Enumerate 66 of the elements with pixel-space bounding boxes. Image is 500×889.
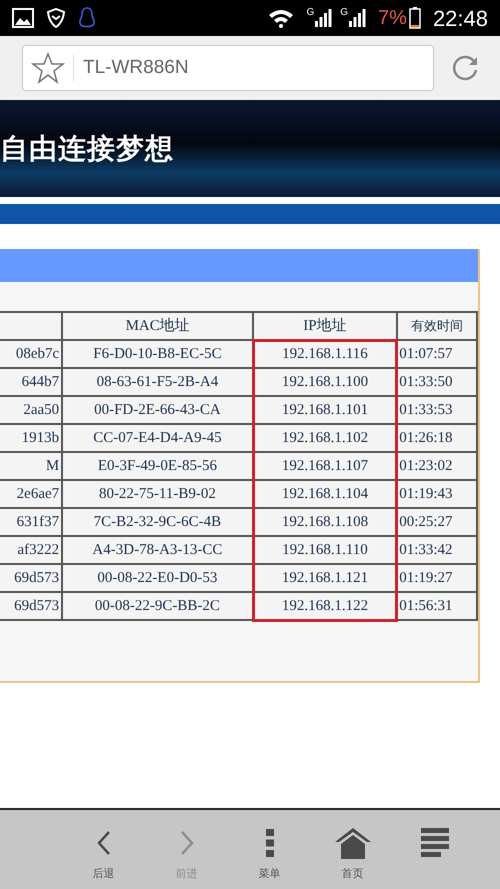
- table-cell: 01:19:27: [396, 564, 477, 592]
- table-cell: 00:25:27: [396, 508, 477, 536]
- back-icon: [96, 830, 112, 856]
- battery-percent: 7%: [378, 6, 407, 31]
- battery-icon: [408, 7, 421, 29]
- table-cell: A4-3D-78-A3-13-CC: [62, 536, 254, 564]
- table-cell: 192.168.1.122: [253, 592, 397, 620]
- menu-icon: [266, 829, 274, 857]
- table-cell: CC-07-E4-D4-A9-45: [62, 424, 254, 452]
- column-header: IP地址: [253, 312, 397, 340]
- table-cell: 192.168.1.101: [253, 396, 397, 424]
- table-cell: M: [0, 452, 62, 480]
- table-cell: 80-22-75-11-B9-02: [62, 480, 254, 508]
- table-cell: 69d573: [0, 564, 62, 592]
- refresh-icon[interactable]: [450, 53, 480, 83]
- table-cell: 01:26:18: [396, 424, 477, 452]
- table-cell: 2aa50: [0, 396, 62, 424]
- back-button[interactable]: 后退: [62, 826, 145, 884]
- table-cell: 01:56:31: [396, 592, 477, 620]
- home-icon: [332, 826, 372, 860]
- table-cell: 7C-B2-32-9C-6C-4B: [62, 508, 254, 536]
- table-cell: 631f37: [0, 508, 62, 536]
- menu-button[interactable]: 菜单: [228, 826, 311, 884]
- table-cell: 00-08-22-E0-D0-53: [62, 564, 254, 592]
- table-cell: 01:33:53: [396, 396, 477, 424]
- address-field[interactable]: TL-WR886N: [22, 45, 434, 91]
- home-button[interactable]: 首页: [311, 826, 394, 884]
- table-cell: 192.168.1.110: [253, 536, 397, 564]
- table-cell: 192.168.1.116: [253, 340, 397, 368]
- table-cell: 01:33:50: [396, 368, 477, 396]
- signal-icon: [314, 8, 332, 28]
- table-cell: 00-08-22-9C-BB-2C: [62, 592, 254, 620]
- table-cell: 01:07:57: [396, 340, 477, 368]
- table-cell: af3222: [0, 536, 62, 564]
- table-cell: F6-D0-10-B8-EC-5C: [62, 340, 254, 368]
- network-type-label: G: [340, 8, 348, 18]
- table-cell: 1913b: [0, 424, 62, 452]
- network-type-label: G: [306, 8, 314, 18]
- column-header: MAC地址: [62, 312, 254, 340]
- table-cell: 192.168.1.104: [253, 480, 397, 508]
- clock: 22:48: [432, 4, 488, 32]
- table-cell: 08-63-61-F5-2B-A4: [62, 368, 254, 396]
- table-cell: 69d573: [0, 592, 62, 620]
- signal-icon: [348, 8, 366, 28]
- star-icon[interactable]: [31, 52, 65, 84]
- table-cell: 192.168.1.100: [253, 368, 397, 396]
- table-cell: 192.168.1.107: [253, 452, 397, 480]
- table-cell: 00-FD-2E-66-43-CA: [62, 396, 254, 424]
- url-text: TL-WR886N: [83, 56, 189, 80]
- table-cell: 192.168.1.108: [253, 508, 397, 536]
- penguin-icon: [78, 7, 96, 29]
- table-cell: E0-3F-49-0E-85-56: [62, 452, 254, 480]
- table-cell: 08eb7c: [0, 340, 62, 368]
- table-cell: 2e6ae7: [0, 480, 62, 508]
- table-cell: 192.168.1.121: [253, 564, 397, 592]
- shield-icon: [46, 8, 66, 28]
- wifi-icon: [268, 8, 294, 28]
- table-cell: 192.168.1.102: [253, 424, 397, 452]
- table-cell: 01:23:02: [396, 452, 477, 480]
- table-cell: 01:33:42: [396, 536, 477, 564]
- banner-slogan: 自由连接梦想: [0, 134, 174, 162]
- forward-icon: [178, 830, 194, 856]
- picture-icon: [12, 8, 34, 28]
- column-header: 有效时间: [396, 312, 477, 340]
- table-cell: 01:19:43: [396, 480, 477, 508]
- table-cell: 644b7: [0, 368, 62, 396]
